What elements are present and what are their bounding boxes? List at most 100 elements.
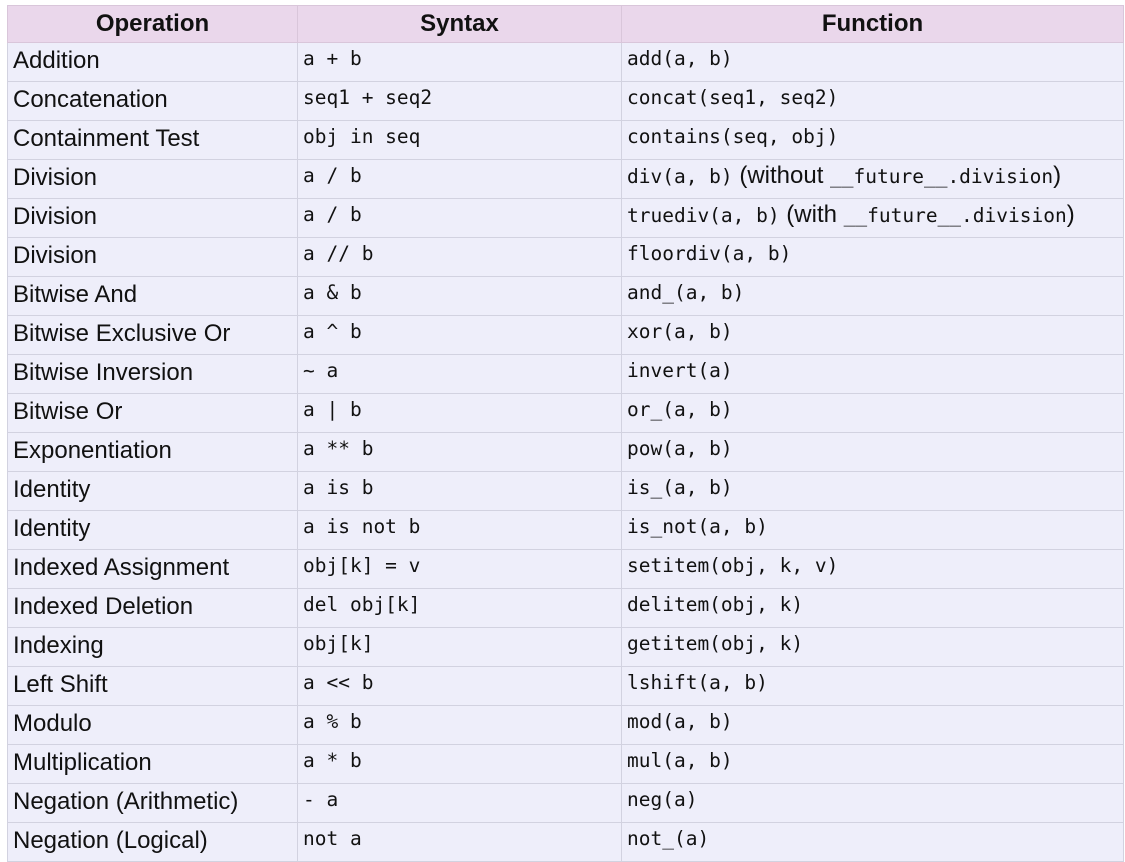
table-row: Bitwise Or a | b or_(a, b) (7, 393, 1124, 433)
function-name: or_(a, b) (627, 398, 733, 421)
function-cell: is_(a, b) (621, 471, 1124, 511)
operation-cell: Modulo (7, 705, 298, 745)
operation-cell: Negation (Logical) (7, 822, 298, 862)
function-cell: delitem(obj, k) (621, 588, 1124, 628)
syntax-cell: not a (297, 822, 622, 862)
function-cell: or_(a, b) (621, 393, 1124, 433)
function-cell: not_(a) (621, 822, 1124, 862)
function-name: invert(a) (627, 359, 733, 382)
function-name: getitem(obj, k) (627, 632, 804, 655)
function-name: mul(a, b) (627, 749, 733, 772)
function-name: delitem(obj, k) (627, 593, 804, 616)
table-row: Division a / b div(a, b) (without __future… (7, 159, 1124, 199)
function-name: is_(a, b) (627, 476, 733, 499)
function-name: xor(a, b) (627, 320, 733, 343)
syntax-cell: a + b (297, 42, 622, 82)
operation-cell: Bitwise Exclusive Or (7, 315, 298, 355)
operation-cell: Identity (7, 471, 298, 511)
operation-cell: Containment Test (7, 120, 298, 160)
table-row: Division a / b truediv(a, b) (with __futur… (7, 198, 1124, 238)
function-name: mod(a, b) (627, 710, 733, 733)
table-row: Bitwise Inversion ~ a invert(a) (7, 354, 1124, 394)
function-cell: lshift(a, b) (621, 666, 1124, 706)
function-name: add(a, b) (627, 47, 733, 70)
function-note-prefix: (with (779, 201, 844, 228)
function-name: is_not(a, b) (627, 515, 768, 538)
table-row: Negation (Logical) not a not_(a) (7, 822, 1124, 862)
syntax-cell: obj in seq (297, 120, 622, 160)
function-cell: setitem(obj, k, v) (621, 549, 1124, 589)
operation-cell: Left Shift (7, 666, 298, 706)
function-cell: and_(a, b) (621, 276, 1124, 316)
function-cell: mul(a, b) (621, 744, 1124, 784)
syntax-cell: a & b (297, 276, 622, 316)
function-note-suffix: ) (1066, 201, 1075, 228)
function-name: truediv(a, b) (627, 204, 780, 227)
operation-cell: Indexed Assignment (7, 549, 298, 589)
operation-cell: Addition (7, 42, 298, 82)
table-row: Identity a is b is_(a, b) (7, 471, 1124, 511)
table-row: Multiplication a * b mul(a, b) (7, 744, 1124, 784)
operation-cell: Multiplication (7, 744, 298, 784)
function-name: floordiv(a, b) (627, 242, 792, 265)
header-operation: Operation (7, 5, 298, 43)
operation-cell: Indexing (7, 627, 298, 667)
syntax-cell: a % b (297, 705, 622, 745)
function-cell: floordiv(a, b) (621, 237, 1124, 277)
function-cell: is_not(a, b) (621, 510, 1124, 550)
function-name: and_(a, b) (627, 281, 745, 304)
table-row: Addition a + b add(a, b) (7, 42, 1124, 82)
table-row: Indexed Assignment obj[k] = v setitem(obj,… (7, 549, 1124, 589)
table-row: Bitwise Exclusive Or a ^ b xor(a, b) (7, 315, 1124, 355)
syntax-cell: a / b (297, 159, 622, 199)
function-cell: pow(a, b) (621, 432, 1124, 472)
function-name: not_(a) (627, 827, 710, 850)
function-cell: add(a, b) (621, 42, 1124, 82)
function-name: neg(a) (627, 788, 698, 811)
function-name: pow(a, b) (627, 437, 733, 460)
syntax-cell: a is b (297, 471, 622, 511)
function-note-prefix: (without (732, 162, 831, 189)
syntax-cell: a is not b (297, 510, 622, 550)
table-row: Containment Test obj in seq contains(seq, … (7, 120, 1124, 160)
function-cell: concat(seq1, seq2) (621, 81, 1124, 121)
syntax-cell: a / b (297, 198, 622, 238)
function-cell: div(a, b) (without __future__.division) (621, 159, 1124, 199)
function-cell: mod(a, b) (621, 705, 1124, 745)
operation-cell: Indexed Deletion (7, 588, 298, 628)
operation-cell: Bitwise Or (7, 393, 298, 433)
function-note-suffix: ) (1053, 162, 1062, 189)
syntax-cell: a ** b (297, 432, 622, 472)
table-row: Bitwise And a & b and_(a, b) (7, 276, 1124, 316)
operation-cell: Concatenation (7, 81, 298, 121)
table-row: Modulo a % b mod(a, b) (7, 705, 1124, 745)
syntax-cell: a * b (297, 744, 622, 784)
header-row: Operation Syntax Function (7, 5, 1124, 43)
operation-cell: Division (7, 198, 298, 238)
operation-cell: Bitwise And (7, 276, 298, 316)
syntax-cell: ~ a (297, 354, 622, 394)
operation-cell: Bitwise Inversion (7, 354, 298, 394)
syntax-cell: obj[k] (297, 627, 622, 667)
header-syntax: Syntax (297, 5, 622, 43)
function-cell: contains(seq, obj) (621, 120, 1124, 160)
syntax-cell: a << b (297, 666, 622, 706)
operation-cell: Exponentiation (7, 432, 298, 472)
table-row: Indexed Deletion del obj[k] delitem(obj, k… (7, 588, 1124, 628)
operation-cell: Identity (7, 510, 298, 550)
header-function: Function (621, 5, 1124, 43)
function-note-code: __future__.division (830, 165, 1054, 188)
function-cell: xor(a, b) (621, 315, 1124, 355)
function-note-code: __future__.division (843, 204, 1067, 227)
table-body: Addition a + b add(a, b) Concatenation seq1 … (7, 42, 1124, 862)
function-name: div(a, b) (627, 165, 733, 188)
function-cell: invert(a) (621, 354, 1124, 394)
operation-cell: Negation (Arithmetic) (7, 783, 298, 823)
syntax-cell: a | b (297, 393, 622, 433)
table-row: Exponentiation a ** b pow(a, b) (7, 432, 1124, 472)
syntax-cell: a // b (297, 237, 622, 277)
table-row: Left Shift a << b lshift(a, b) (7, 666, 1124, 706)
function-cell: truediv(a, b) (with __future__.division) (621, 198, 1124, 238)
function-cell: getitem(obj, k) (621, 627, 1124, 667)
table-row: Indexing obj[k] getitem(obj, k) (7, 627, 1124, 667)
